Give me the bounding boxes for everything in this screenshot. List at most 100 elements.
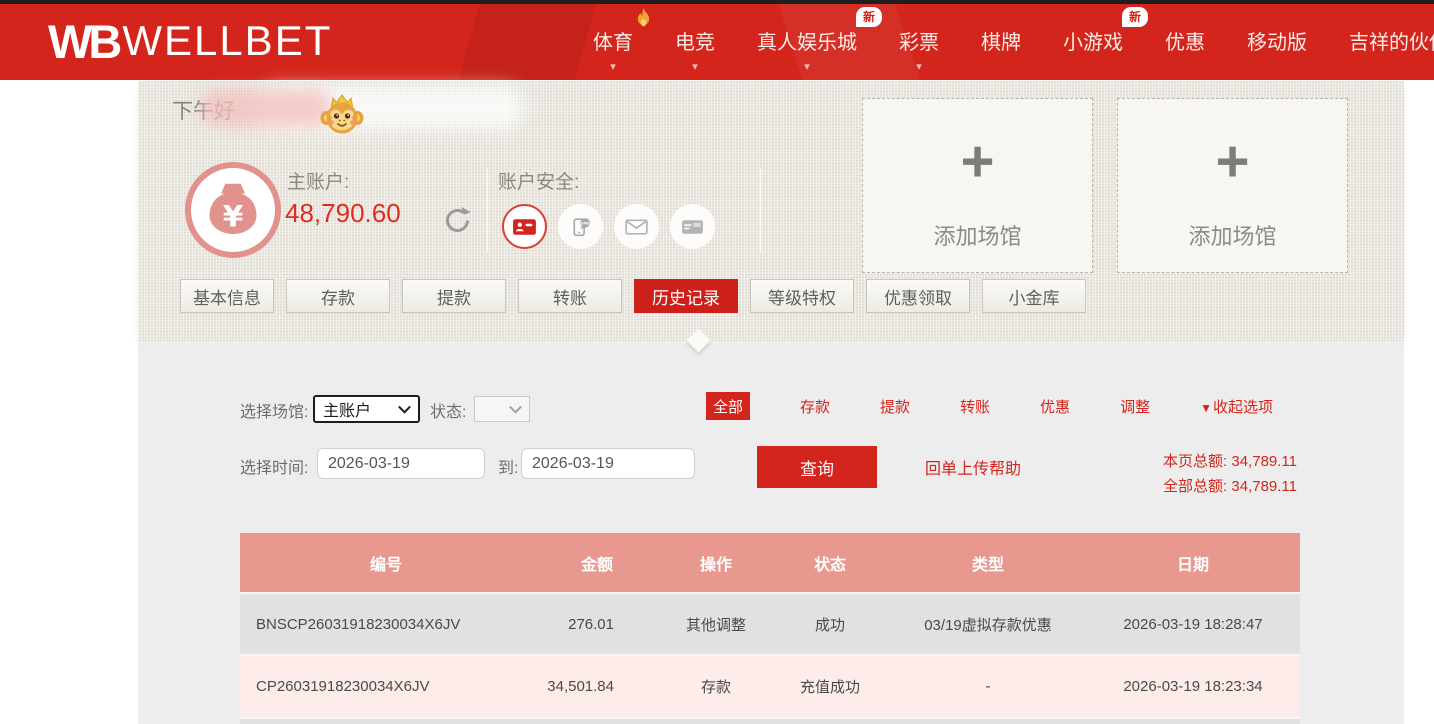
nav-item-1[interactable]: 体育 ▾: [572, 0, 654, 80]
cell: BNSCP26031918230034X6JV: [240, 593, 532, 655]
bank-card-icon[interactable]: [670, 204, 715, 249]
nav-item-3[interactable]: 新真人娱乐城▾: [736, 0, 878, 80]
email-icon[interactable]: [614, 204, 659, 249]
nav-label: 真人娱乐城: [757, 26, 857, 55]
type-filter-row: 全部 存款 提款 转账 优惠 调整 ▼收起选项: [706, 392, 1273, 420]
hot-fire-icon: [635, 8, 652, 29]
all-total-label: 全部总额:: [1163, 478, 1227, 495]
all-total-value: 34,789.11: [1231, 478, 1297, 495]
type-filter-6[interactable]: 调整: [1120, 396, 1150, 417]
next-row-partial: [240, 717, 1300, 724]
svg-text:SMS: SMS: [581, 221, 590, 225]
cell: CP26031918230034X6JV: [240, 655, 532, 717]
tab-7[interactable]: 优惠领取: [866, 279, 970, 313]
cell: 其他调整: [662, 593, 770, 655]
cell: 充值成功: [770, 655, 890, 717]
nav-item-8[interactable]: 移动版: [1226, 0, 1328, 80]
plus-icon: +: [1118, 133, 1347, 191]
refresh-balance-icon[interactable]: [441, 204, 474, 237]
col-header-2: 金额: [532, 533, 662, 593]
time-filter-label: 选择时间:: [240, 454, 308, 478]
all-total-line: 全部总额: 34,789.11: [1163, 474, 1297, 499]
date-from-input[interactable]: [317, 448, 485, 479]
tab-3[interactable]: 提款: [402, 279, 506, 313]
search-button[interactable]: 查询: [757, 446, 877, 488]
cell: 存款: [662, 655, 770, 717]
col-header-3: 操作: [662, 533, 770, 593]
browser-top-strip: [0, 0, 1434, 4]
collapse-options-link[interactable]: ▼收起选项: [1200, 396, 1273, 417]
chevron-down-icon: [509, 401, 522, 414]
collapse-label: 收起选项: [1213, 399, 1273, 416]
history-table: 编号金额操作状态类型日期 BNSCP26031918230034X6JV276.…: [240, 533, 1300, 717]
plus-icon: +: [863, 133, 1092, 191]
add-venue-button[interactable]: + 添加场馆: [862, 98, 1093, 273]
nav-item-5[interactable]: 棋牌: [960, 0, 1042, 80]
type-filter-4[interactable]: 转账: [960, 396, 990, 417]
nav-label: 体育: [593, 26, 633, 55]
nav-item-9[interactable]: 吉祥的伙伴: [1328, 0, 1434, 80]
nav-label: 优惠: [1165, 26, 1205, 55]
main-nav: 体育 ▾ 电竞 ▾ 新真人娱乐城▾彩票▾棋牌新小游戏优惠 移动版吉祥的伙伴: [572, 0, 1434, 80]
tab-5[interactable]: 历史记录: [634, 279, 738, 313]
chevron-down-icon: [398, 401, 411, 414]
page-total-line: 本页总额: 34,789.11: [1163, 449, 1297, 474]
logo-name: WELLBET: [122, 20, 332, 62]
triangle-down-icon: ▼: [1200, 401, 1212, 415]
account-security-label: 账户安全:: [498, 167, 579, 194]
tab-6[interactable]: 等级特权: [750, 279, 854, 313]
table-row: CP26031918230034X6JV34,501.84存款充值成功-2026…: [240, 655, 1300, 717]
cell: 2026-03-19 18:23:34: [1086, 655, 1300, 717]
security-icons-row: SMS: [502, 204, 715, 249]
type-filter-3[interactable]: 提款: [880, 396, 910, 417]
main-account-label: 主账户:: [287, 167, 349, 194]
money-bag-icon: ¥: [185, 162, 281, 258]
venue-select[interactable]: 主账户: [313, 395, 420, 423]
type-filter-5[interactable]: 优惠: [1040, 396, 1070, 417]
tab-2[interactable]: 存款: [286, 279, 390, 313]
balance-amount: 48,790.60: [285, 198, 401, 229]
table-header-row: 编号金额操作状态类型日期: [240, 533, 1300, 593]
wellbet-logo[interactable]: WB WELLBET: [48, 12, 332, 70]
status-filter-label: 状态:: [430, 398, 466, 422]
nav-item-2[interactable]: 电竞 ▾: [654, 0, 736, 80]
nav-label: 移动版: [1247, 26, 1307, 55]
totals-block: 本页总额: 34,789.11 全部总额: 34,789.11: [1163, 449, 1297, 499]
type-filter-2[interactable]: 存款: [800, 396, 830, 417]
type-filter-1[interactable]: 全部: [706, 392, 750, 420]
cell: 成功: [770, 593, 890, 655]
tab-8[interactable]: 小金库: [982, 279, 1086, 313]
page-total-value: 34,789.11: [1231, 453, 1297, 470]
username-redaction-blur: [200, 90, 332, 126]
account-tabs: 基本信息存款提款转账历史记录等级特权优惠领取小金库: [180, 279, 1086, 313]
site-header: WB WELLBET 体育 ▾ 电竞 ▾ 新真人娱乐城▾彩票▾棋牌新小游戏优惠 移动版吉祥…: [0, 0, 1434, 80]
page-total-label: 本页总额:: [1163, 453, 1227, 470]
nav-item-7[interactable]: 优惠: [1144, 0, 1226, 80]
col-header-4: 状态: [770, 533, 890, 593]
cell: -: [890, 655, 1086, 717]
venue-select-value: 主账户: [323, 397, 371, 421]
col-header-1: 编号: [240, 533, 532, 593]
date-to-input[interactable]: [521, 448, 695, 479]
monkey-avatar-icon: [318, 89, 366, 137]
id-card-icon[interactable]: [502, 204, 547, 249]
add-venue-button[interactable]: + 添加场馆: [1117, 98, 1348, 273]
sms-phone-icon[interactable]: SMS: [558, 204, 603, 249]
status-select[interactable]: [474, 396, 530, 422]
tab-1[interactable]: 基本信息: [180, 279, 274, 313]
nav-label: 电竞: [675, 26, 715, 55]
receipt-upload-help-link[interactable]: 回单上传帮助: [925, 455, 1021, 479]
tab-4[interactable]: 转账: [518, 279, 622, 313]
nav-item-4[interactable]: 彩票▾: [878, 0, 960, 80]
chevron-down-icon: ▾: [916, 60, 922, 73]
chevron-down-icon: ▾: [692, 60, 698, 73]
cell: 03/19虚拟存款优惠: [890, 593, 1086, 655]
logo-monogram: WB: [48, 18, 118, 65]
page: WB WELLBET 体育▾电竞▾新真人娱乐城▾彩票▾棋牌新小游戏优惠移动版吉祥…: [0, 0, 1434, 724]
cell: 276.01: [532, 593, 662, 655]
cell: 2026-03-19 18:28:47: [1086, 593, 1300, 655]
divider: [487, 169, 488, 253]
nav-item-6[interactable]: 新小游戏: [1042, 0, 1144, 80]
cell: 34,501.84: [532, 655, 662, 717]
chevron-down-icon: ▾: [610, 60, 616, 73]
